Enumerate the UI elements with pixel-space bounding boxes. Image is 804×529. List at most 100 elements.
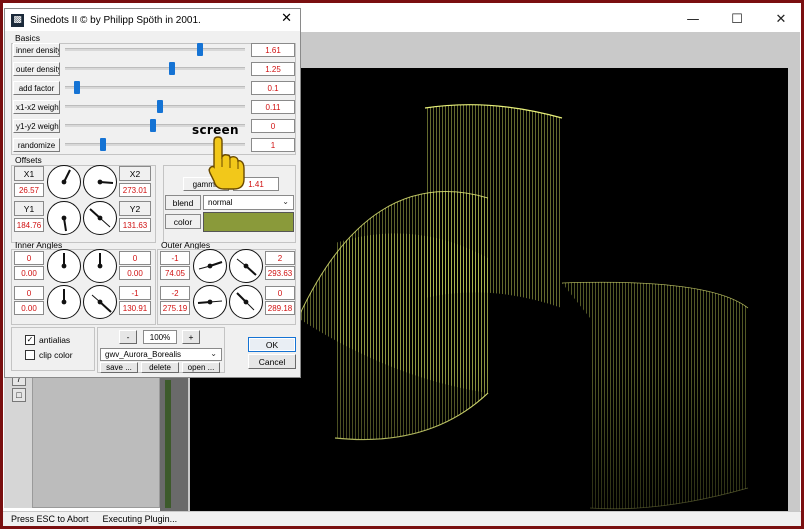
- add-factor-slider-thumb[interactable]: [73, 81, 80, 94]
- outer-a1-turns[interactable]: -1: [160, 251, 190, 265]
- outer-density-slider-track[interactable]: [65, 67, 245, 70]
- outer-a4-turns[interactable]: 0: [265, 286, 295, 300]
- zoom-in-button[interactable]: +: [182, 330, 200, 344]
- inner-a3-turns[interactable]: 0: [14, 286, 44, 300]
- preset-select[interactable]: gwv_Aurora_Borealis ⌄: [100, 348, 222, 361]
- randomize-button[interactable]: randomize: [13, 138, 60, 152]
- chevron-down-icon: ⌄: [210, 349, 217, 358]
- y2-label: Y2: [119, 201, 151, 216]
- minimize-icon[interactable]: —: [684, 10, 702, 28]
- y1-value[interactable]: 184.76: [14, 218, 44, 232]
- sinedots-dialog: ▩ Sinedots II © by Philipp Spöth in 2001…: [4, 8, 301, 378]
- y1-y2-weight-value[interactable]: 0: [251, 119, 295, 133]
- randomize-slider-thumb[interactable]: [99, 138, 106, 151]
- y2-value[interactable]: 131.63: [119, 218, 151, 232]
- add-factor-button[interactable]: add factor: [13, 81, 60, 95]
- x1-x2-weight-slider-thumb[interactable]: [157, 100, 164, 113]
- inner-a3-dial[interactable]: [47, 285, 81, 319]
- pointing-hand-icon: [208, 136, 245, 190]
- close-icon[interactable]: ✕: [772, 10, 790, 28]
- maximize-icon[interactable]: ☐: [728, 10, 746, 28]
- blend-mode-select[interactable]: normal ⌄: [203, 195, 294, 210]
- x2-value[interactable]: 273.01: [119, 183, 151, 197]
- add-factor-slider-track[interactable]: [65, 86, 245, 89]
- x1-label: X1: [14, 166, 44, 181]
- selection-tool-icon[interactable]: □: [12, 388, 26, 402]
- dialog-title: Sinedots II © by Philipp Spöth in 2001.: [30, 14, 201, 26]
- inner-a2-angle[interactable]: 0.00: [119, 266, 151, 280]
- x1-x2-weight-button[interactable]: x1-x2 weight: [13, 100, 60, 114]
- inner-density-slider-thumb[interactable]: [197, 43, 204, 56]
- outer-a4-angle[interactable]: 289.18: [265, 301, 295, 315]
- host-window-controls: — ☐ ✕: [684, 10, 790, 28]
- outer-a1-dial[interactable]: [193, 249, 227, 283]
- color-swatch[interactable]: [203, 212, 294, 232]
- outer-a2-dial[interactable]: [229, 249, 263, 283]
- offsets-label: Offsets: [15, 155, 42, 165]
- chevron-down-icon: ⌄: [282, 197, 289, 206]
- outer-density-value[interactable]: 1.25: [251, 62, 295, 76]
- antialias-label: antialias: [39, 335, 71, 345]
- x2-label: X2: [119, 166, 151, 181]
- options-group: [11, 327, 95, 371]
- inner-a1-angle[interactable]: 0.00: [14, 266, 44, 280]
- outer-a3-angle[interactable]: 275.19: [160, 301, 190, 315]
- antialias-check-icon: ✓: [25, 335, 35, 345]
- clip-color-check-icon: [25, 350, 35, 360]
- open-preset-button[interactable]: open ...: [182, 362, 220, 373]
- cancel-button[interactable]: Cancel: [248, 354, 296, 369]
- outer-a2-turns[interactable]: 2: [265, 251, 295, 265]
- zoom-out-button[interactable]: -: [119, 330, 137, 344]
- x1-dial[interactable]: [47, 165, 81, 199]
- blend-mode-value: normal: [208, 198, 233, 207]
- x1-x2-weight-value[interactable]: 0.11: [251, 100, 295, 114]
- clip-color-checkbox[interactable]: clip color: [25, 350, 73, 360]
- x1-x2-weight-slider-track[interactable]: [65, 105, 245, 108]
- inner-density-button[interactable]: inner density: [13, 43, 60, 57]
- inner-density-slider-track[interactable]: [65, 48, 245, 51]
- color-label: color: [165, 214, 201, 229]
- y1-dial[interactable]: [47, 201, 81, 235]
- status-executing: Executing Plugin...: [102, 514, 178, 524]
- outer-a3-turns[interactable]: -2: [160, 286, 190, 300]
- outer-a3-dial[interactable]: [193, 285, 227, 319]
- delete-preset-button[interactable]: delete: [141, 362, 179, 373]
- ok-button[interactable]: OK: [248, 337, 296, 352]
- basics-label: Basics: [15, 33, 41, 43]
- zoom-level: 100%: [143, 330, 177, 344]
- outer-a4-dial[interactable]: [229, 285, 263, 319]
- inner-a2-turns[interactable]: 0: [119, 251, 151, 265]
- clip-color-label: clip color: [39, 350, 73, 360]
- y2-dial[interactable]: [83, 201, 117, 235]
- save-preset-button[interactable]: save ...: [100, 362, 138, 373]
- y1-label: Y1: [14, 201, 44, 216]
- inner-a1-dial[interactable]: [47, 249, 81, 283]
- inner-a4-turns[interactable]: -1: [119, 286, 151, 300]
- inner-a3-angle[interactable]: 0.00: [14, 301, 44, 315]
- status-abort-hint: Press ESC to Abort: [11, 514, 89, 524]
- preset-value: gwv_Aurora_Borealis: [105, 350, 182, 359]
- blend-label: blend: [165, 195, 201, 210]
- dialog-close-icon[interactable]: ✕: [281, 11, 292, 26]
- y1-y2-weight-slider-thumb[interactable]: [150, 119, 157, 132]
- outer-density-slider-thumb[interactable]: [169, 62, 176, 75]
- antialias-checkbox[interactable]: ✓ antialias: [25, 335, 70, 345]
- randomize-value[interactable]: 1: [251, 138, 295, 152]
- inner-a2-dial[interactable]: [83, 249, 117, 283]
- inner-a4-angle[interactable]: 130.91: [119, 301, 151, 315]
- y1-y2-weight-button[interactable]: y1-y2 weight: [13, 119, 60, 133]
- outer-a1-angle[interactable]: 74.05: [160, 266, 190, 280]
- inner-density-value[interactable]: 1.61: [251, 43, 295, 57]
- dialog-titlebar[interactable]: ▩ Sinedots II © by Philipp Spöth in 2001…: [5, 9, 300, 31]
- layers-panel: [32, 376, 160, 508]
- app-icon: ▩: [11, 13, 24, 27]
- x1-value[interactable]: 26.57: [14, 183, 44, 197]
- layer-thumbnail: [165, 380, 171, 508]
- status-bar: Press ESC to Abort Executing Plugin...: [3, 511, 801, 526]
- inner-a4-dial[interactable]: [83, 285, 117, 319]
- outer-a2-angle[interactable]: 293.63: [265, 266, 295, 280]
- x2-dial[interactable]: [83, 165, 117, 199]
- add-factor-value[interactable]: 0.1: [251, 81, 295, 95]
- inner-a1-turns[interactable]: 0: [14, 251, 44, 265]
- outer-density-button[interactable]: outer density: [13, 62, 60, 76]
